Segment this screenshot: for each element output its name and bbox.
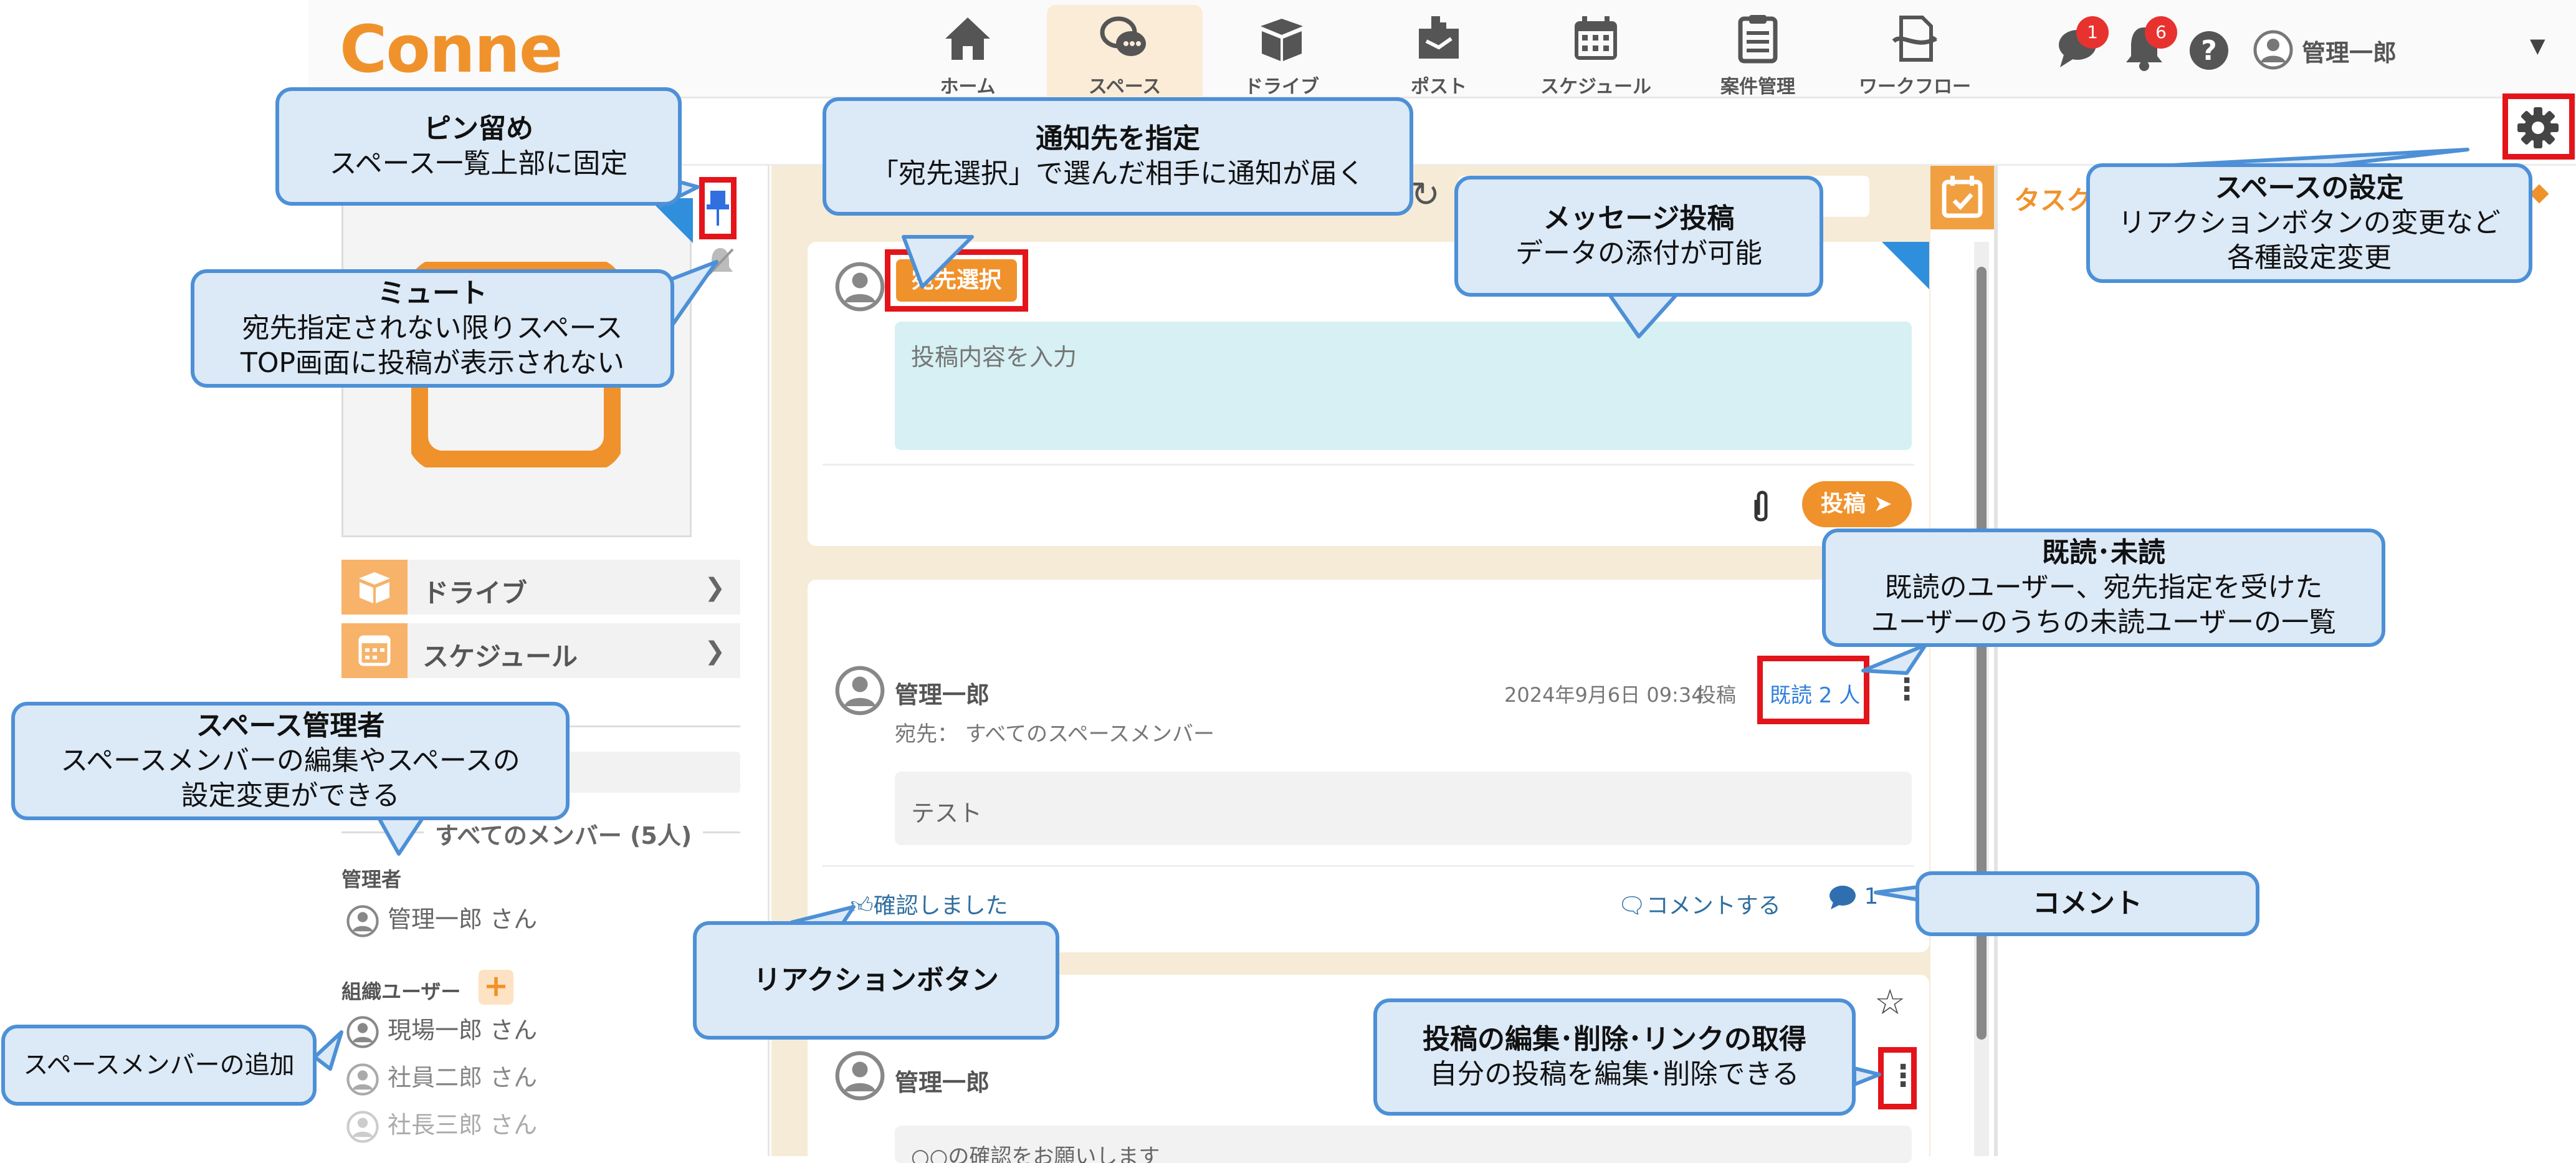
- callout-mute: ミュート 宛先指定されない限りスペース TOP画面に投稿が表示されない: [191, 269, 674, 388]
- callout-title: ミュート: [378, 277, 487, 309]
- callout-body: 各種設定変更: [2227, 242, 2392, 274]
- callout-body: データの添付が可能: [1515, 237, 1762, 269]
- callout-body: ユーザーのうちの未読ユーザーの一覧: [1871, 606, 2337, 638]
- callout-read: 既読･未読 既読のユーザー、宛先指定を受けた ユーザーのうちの未読ユーザーの一覧: [1822, 529, 2385, 647]
- callout-body: リアクションボタンの変更など: [2118, 207, 2501, 239]
- callout-title: 既読･未読: [2042, 537, 2165, 568]
- callout-title: リアクションボタン: [753, 964, 999, 996]
- callout-admin: スペース管理者 スペースメンバーの編集やスペースの 設定変更ができる: [11, 702, 570, 820]
- callout-notify: 通知先を指定 「宛先選択」で選んだ相手に通知が届く: [823, 97, 1413, 216]
- callout-body: 自分の投稿を編集･削除できる: [1429, 1058, 1800, 1090]
- callout-title: コメント: [2033, 888, 2142, 919]
- callout-settings: スペースの設定 リアクションボタンの変更など 各種設定変更: [2086, 163, 2532, 283]
- callout-title: スペースメンバーの追加: [23, 1051, 295, 1079]
- callout-body: TOP画面に投稿が表示されない: [240, 347, 625, 379]
- callout-body: 既読のユーザー、宛先指定を受けた: [1884, 572, 2323, 603]
- callout-title: 投稿の編集･削除･リンクの取得: [1423, 1023, 1806, 1055]
- callout-edit: 投稿の編集･削除･リンクの取得 自分の投稿を編集･削除できる: [1373, 998, 1856, 1116]
- callout-title: 通知先を指定: [1036, 123, 1200, 155]
- callout-body: 「宛先選択」で選んだ相手に通知が届く: [871, 158, 1365, 189]
- callout-title: スペース管理者: [196, 710, 385, 742]
- callout-message: メッセージ投稿 データの添付が可能: [1454, 176, 1823, 297]
- callout-reaction: リアクションボタン: [693, 921, 1059, 1040]
- callout-body: 設定変更ができる: [181, 780, 400, 811]
- callout-pin: ピン留め スペース一覧上部に固定: [275, 87, 682, 206]
- callout-title: ピン留め: [424, 113, 533, 145]
- callout-title: メッセージ投稿: [1543, 203, 1735, 234]
- callout-comment: コメント: [1915, 871, 2259, 936]
- callout-body: スペースメンバーの編集やスペースの: [60, 745, 520, 777]
- callout-body: スペース一覧上部に固定: [329, 148, 628, 179]
- callout-add-member: スペースメンバーの追加: [1, 1025, 317, 1106]
- callout-body: 宛先指定されない限りスペース: [242, 312, 623, 344]
- callout-title: スペースの設定: [2215, 172, 2404, 204]
